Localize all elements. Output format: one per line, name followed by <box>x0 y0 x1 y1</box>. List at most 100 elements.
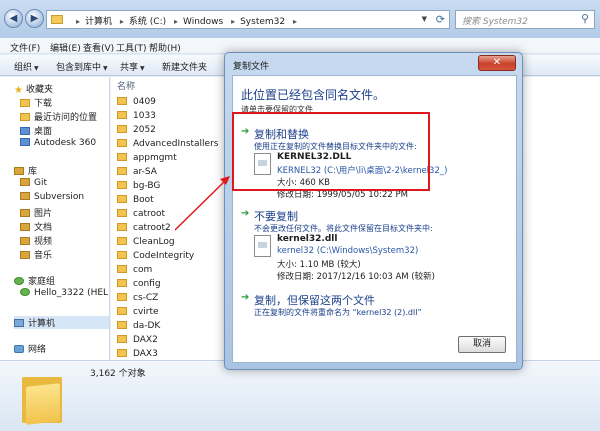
copy-file-dialog: 复制文件 ✕ 此位置已经包含同名文件。 请单击要保留的文件 ➔ 复制和替换 使用… <box>224 52 523 370</box>
file-name: CodeIntegrity <box>133 251 195 261</box>
folder-icon <box>51 15 63 24</box>
sidebar-item-favorites[interactable]: ★ 收藏夹 <box>14 82 53 96</box>
list-item[interactable]: 0409 <box>117 97 156 107</box>
menu-tools[interactable]: 工具(T) <box>116 41 147 54</box>
copy-keep-both-option[interactable]: ➔ 复制，但保留这两个文件 正在复制的文件将重命名为 “kernel32 (2)… <box>241 292 511 322</box>
file-name: com <box>133 265 153 275</box>
list-item[interactable]: catroot2 <box>117 223 171 233</box>
sidebar-item-downloads[interactable]: 下载 <box>20 96 52 109</box>
videos-icon <box>20 237 30 245</box>
menu-help[interactable]: 帮助(H) <box>149 41 181 54</box>
list-item[interactable]: AdvancedInstallers <box>117 139 218 149</box>
file-name: ar-SA <box>133 167 157 177</box>
include-in-library-button[interactable]: 包含到库中 ▼ <box>56 60 108 73</box>
file-icon <box>254 235 271 257</box>
list-item[interactable]: config <box>117 279 161 289</box>
search-icon[interactable]: ⚲ <box>581 12 589 25</box>
sidebar-item-desktop[interactable]: 桌面 <box>20 124 52 137</box>
sidebar-item-homegroup[interactable]: 家庭组 <box>14 274 55 287</box>
folder-icon <box>117 209 127 217</box>
menu-view[interactable]: 查看(V) <box>83 41 114 54</box>
explorer-title-bar: ◀ ▶ ▸ 计算机 ▸ 系统 (C:) ▸ Windows ▸ System32 ▸ ▼… <box>0 0 600 38</box>
list-item[interactable]: 1033 <box>117 111 156 121</box>
breadcrumb-item[interactable]: 系统 (C:) <box>129 17 166 27</box>
list-item[interactable]: bg-BG <box>117 181 160 191</box>
sidebar-item-music[interactable]: 音乐 <box>20 248 52 261</box>
folder-icon <box>117 167 127 175</box>
folder-icon <box>117 265 127 273</box>
back-arrow-icon[interactable]: ◀ <box>4 9 23 28</box>
include-label: 包含到库中 <box>56 63 102 73</box>
list-item[interactable]: Boot <box>117 195 154 205</box>
list-item[interactable]: ar-SA <box>117 167 157 177</box>
sidebar-item-autodesk[interactable]: Autodesk 360 <box>20 138 96 148</box>
sidebar-item-recent[interactable]: 最近访问的位置 <box>20 110 97 123</box>
sidebar-item-network[interactable]: 网络 <box>14 342 46 355</box>
folder-icon <box>117 335 127 343</box>
green-arrow-icon: ➔ <box>241 208 250 219</box>
list-item[interactable]: CodeIntegrity <box>117 251 194 261</box>
option-description: 不会更改任何文件。将此文件保留在目标文件夹中: <box>254 224 433 233</box>
refresh-icon[interactable]: ⟳ <box>436 13 445 26</box>
file-name: catroot <box>133 209 166 219</box>
chevron-down-icon[interactable]: ▼ <box>422 15 427 23</box>
sidebar-item-videos[interactable]: 视频 <box>20 234 52 247</box>
forward-arrow-icon[interactable]: ▶ <box>25 9 44 28</box>
file-name: cvirte <box>133 307 159 317</box>
share-button[interactable]: 共享 ▼ <box>120 60 145 73</box>
folder-icon <box>117 97 127 105</box>
folder-icon <box>117 125 127 133</box>
list-item[interactable]: appmgmt <box>117 153 177 163</box>
list-item[interactable]: DAX2 <box>117 335 158 345</box>
menu-edit[interactable]: 编辑(E) <box>50 41 81 54</box>
sidebar-item-pictures[interactable]: 图片 <box>20 206 52 219</box>
folder-icon <box>117 181 127 189</box>
sidebar-item-libraries[interactable]: 库 <box>14 164 37 177</box>
library-folder-icon <box>20 192 30 200</box>
new-folder-button[interactable]: 新建文件夹 <box>162 60 207 73</box>
list-item[interactable]: catroot <box>117 209 165 219</box>
list-item[interactable]: 2052 <box>117 125 156 135</box>
menu-file[interactable]: 文件(F) <box>10 41 40 54</box>
sidebar-item-computer[interactable]: 计算机 <box>14 316 109 329</box>
navigation-pane: ★ 收藏夹 下载 最近访问的位置 桌面 Autodesk 360 库 Git Su… <box>0 77 110 360</box>
folder-icon <box>22 371 62 425</box>
dialog-heading: 此位置已经包含同名文件。 <box>241 88 386 102</box>
sidebar-item-documents[interactable]: 文档 <box>20 220 52 233</box>
list-item[interactable]: cs-CZ <box>117 293 158 303</box>
file-name: 1033 <box>133 111 156 121</box>
folder-icon <box>117 349 127 357</box>
breadcrumb-item[interactable]: Windows <box>183 17 223 27</box>
breadcrumb-item[interactable]: 计算机 <box>85 17 112 27</box>
sidebar-item-label: 家庭组 <box>28 277 56 287</box>
list-item[interactable]: DAX3 <box>117 349 158 359</box>
breadcrumb-item[interactable]: System32 <box>240 17 285 27</box>
folder-icon <box>117 307 127 315</box>
folder-icon <box>117 251 127 259</box>
organize-label: 组织 <box>14 63 33 73</box>
breadcrumb: ▸ 计算机 ▸ 系统 (C:) ▸ Windows ▸ System32 ▸ <box>76 17 297 27</box>
file-name: bg-BG <box>133 181 161 191</box>
sidebar-item-label: 下载 <box>34 99 53 109</box>
sidebar-item-label: 音乐 <box>34 251 53 261</box>
list-item[interactable]: cvirte <box>117 307 159 317</box>
column-header-name[interactable]: 名称 <box>111 77 221 92</box>
do-not-copy-option[interactable]: ➔ 不要复制 不会更改任何文件。将此文件保留在目标文件夹中: kernel32.… <box>241 208 511 288</box>
list-item[interactable]: com <box>117 265 152 275</box>
cancel-button[interactable]: 取消 <box>458 336 506 353</box>
list-item[interactable]: da-DK <box>117 321 160 331</box>
chevron-down-icon: ▼ <box>103 65 108 72</box>
sidebar-item-homegroup-user[interactable]: Hello_3322 (HEL <box>20 288 108 298</box>
address-bar[interactable]: ▸ 计算机 ▸ 系统 (C:) ▸ Windows ▸ System32 ▸ ▼ ⟳ <box>46 10 450 29</box>
close-icon[interactable]: ✕ <box>478 55 516 71</box>
file-name: cs-CZ <box>133 293 159 303</box>
list-item[interactable]: CleanLog <box>117 237 175 247</box>
search-input[interactable]: 搜索 System32 ⚲ <box>455 10 595 29</box>
sidebar-item-subversion[interactable]: Subversion <box>20 192 84 202</box>
organize-button[interactable]: 组织 ▼ <box>14 60 39 73</box>
sidebar-item-git[interactable]: Git <box>20 178 47 188</box>
recent-places-icon <box>20 113 30 121</box>
details-pane: 3,162 个对象 <box>0 360 600 431</box>
option-description: 正在复制的文件将重命名为 “kernel32 (2).dll” <box>254 308 422 317</box>
music-icon <box>20 251 30 259</box>
